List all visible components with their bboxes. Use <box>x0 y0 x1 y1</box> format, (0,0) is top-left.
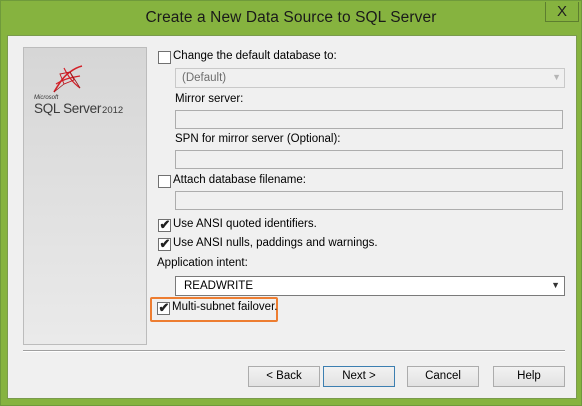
sql-server-logo-icon <box>53 65 83 93</box>
spn-label: SPN for mirror server (Optional): <box>175 133 341 145</box>
close-button[interactable]: X <box>545 2 579 22</box>
mirror-server-input <box>175 110 563 129</box>
checkmark-icon: ✔ <box>159 236 171 251</box>
change-db-label: Change the default database to: <box>173 50 337 62</box>
attach-db-input <box>175 191 563 210</box>
multi-subnet-label: Multi-subnet failover. <box>172 301 278 313</box>
spn-input <box>175 150 563 169</box>
checkmark-icon: ✔ <box>158 300 170 315</box>
ansi-quoted-label: Use ANSI quoted identifiers. <box>173 218 317 230</box>
next-button[interactable]: Next > <box>323 366 395 387</box>
multi-subnet-checkbox[interactable]: ✔ <box>157 300 170 315</box>
chevron-down-icon: ▼ <box>551 280 560 290</box>
app-intent-label: Application intent: <box>157 257 248 269</box>
default-database-select: (Default) ▼ <box>175 68 565 88</box>
title-bar[interactable]: Create a New Data Source to SQL Server X <box>1 1 581 35</box>
chevron-down-icon: ▼ <box>552 72 561 82</box>
logo-version: 2012 <box>102 105 124 116</box>
app-intent-value: READWRITE <box>184 280 253 292</box>
dialog-body: Microsoft SQL Server2012 Change the defa… <box>7 35 577 399</box>
app-intent-select[interactable]: READWRITE ▼ <box>175 276 565 296</box>
dialog-window: Create a New Data Source to SQL Server X… <box>0 0 582 406</box>
mirror-server-label: Mirror server: <box>175 93 244 105</box>
logo-product-text: SQL Server2012 <box>34 101 123 116</box>
attach-db-checkbox[interactable] <box>158 175 171 188</box>
window-title: Create a New Data Source to SQL Server <box>145 9 437 26</box>
back-button[interactable]: < Back <box>248 366 320 387</box>
change-db-checkbox[interactable] <box>158 51 171 64</box>
help-button[interactable]: Help <box>493 366 565 387</box>
checkmark-icon: ✔ <box>159 217 171 232</box>
separator <box>23 350 565 352</box>
ansi-nulls-checkbox[interactable]: ✔ <box>158 236 171 251</box>
product-logo-panel: Microsoft SQL Server2012 <box>23 47 147 345</box>
ansi-quoted-checkbox[interactable]: ✔ <box>158 217 171 232</box>
logo-product-name: SQL Server <box>34 101 102 116</box>
attach-db-label: Attach database filename: <box>173 174 306 186</box>
cancel-button[interactable]: Cancel <box>407 366 479 387</box>
ansi-nulls-label: Use ANSI nulls, paddings and warnings. <box>173 237 378 249</box>
default-database-value: (Default) <box>182 72 227 84</box>
